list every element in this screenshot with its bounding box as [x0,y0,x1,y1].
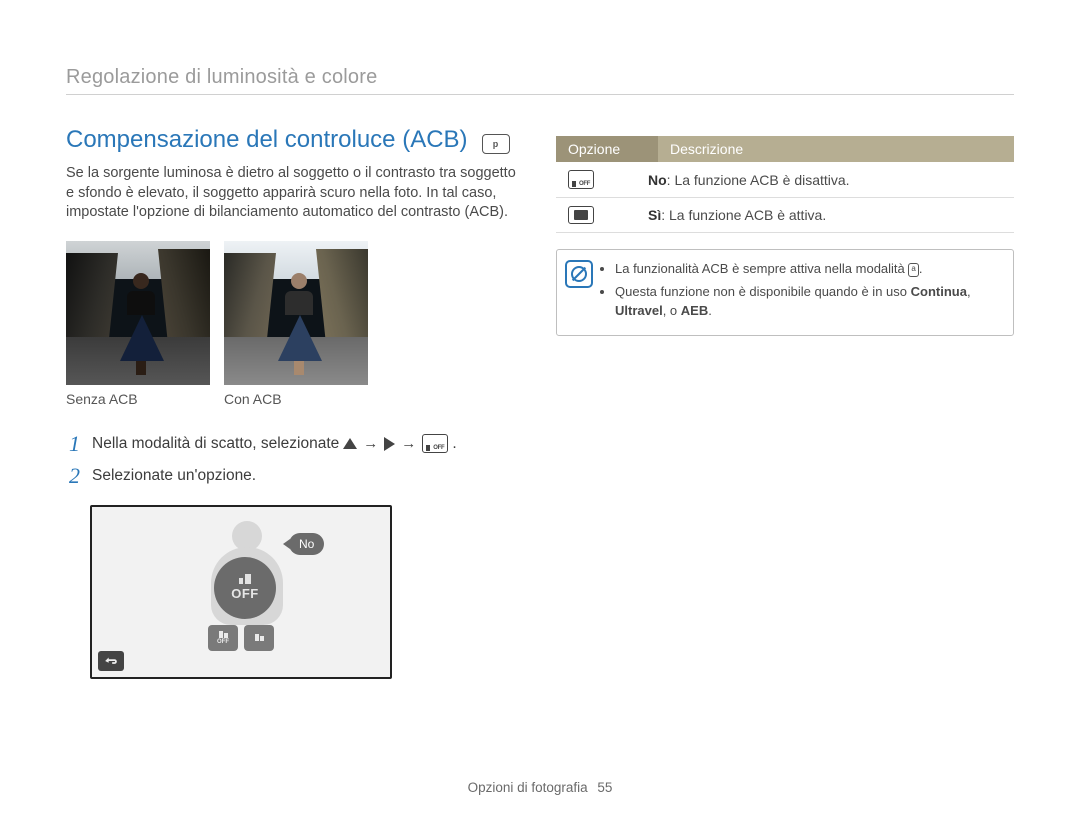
step-2-text: Selezionate un'opzione. [92,467,256,485]
step-2: 2 Selezionate un'opzione. [66,465,526,487]
lcd-thumb-acb-on[interactable] [244,625,274,651]
camera-mode-p-icon: p [482,134,510,154]
back-arrow-icon [104,655,118,667]
section-body-text: Se la sorgente luminosa è dietro al sogg… [66,164,521,223]
arrow-icon: → [401,435,416,452]
nav-right-icon [384,437,395,451]
opt-no-bold: No [648,172,667,188]
page-footer: Opzioni di fotografia 55 [0,780,1080,795]
footer-section: Opzioni di fotografia [468,780,588,795]
table-row: OFF No: La funzione ACB è disattiva. [556,162,1014,198]
camera-lcd-preview: No OFF OFF [90,505,392,679]
nav-up-icon [343,438,357,449]
lcd-thumb-acb-off[interactable]: OFF [208,625,238,651]
comparison-photo-row: Senza ACB Con ACB [66,241,526,407]
caption-without-acb: Senza ACB [66,391,210,407]
note-line-1: La funzionalità ACB è sempre attiva nell… [615,260,1001,279]
opt-yes-rest: : La funzione ACB è attiva. [661,207,826,223]
options-table-header: Opzione Descrizione [556,136,1014,162]
lcd-tooltip: No [289,533,324,555]
step-1: 1 Nella modalità di scatto, selezionate … [66,433,526,455]
footer-page-number: 55 [597,780,612,795]
acb-on-icon [568,206,594,224]
opt-yes-bold: Sì [648,207,661,223]
lcd-selected-label: OFF [231,586,259,601]
step-1-number: 1 [66,433,80,455]
photo-with-acb [224,241,368,385]
note-box: La funzionalità ACB è sempre attiva nell… [556,249,1014,336]
step-2-number: 2 [66,465,80,487]
lcd-back-button[interactable] [98,651,124,671]
th-description: Descrizione [658,136,1014,162]
section-title-text: Compensazione del controluce (ACB) [66,126,468,154]
note-line-2: Questa funzione non è disponibile quando… [615,283,1001,321]
opt-no-rest: : La funzione ACB è disattiva. [667,172,850,188]
lcd-selected-acb-off-icon[interactable]: OFF [214,557,276,619]
section-title: Compensazione del controluce (ACB) p [66,126,526,154]
acb-off-icon: OFF [422,434,448,453]
camera-mode-auto-icon: a [908,263,918,277]
arrow-icon: → [363,435,378,452]
caption-with-acb: Con ACB [224,391,368,407]
table-row: Sì: La funzione ACB è attiva. [556,198,1014,233]
acb-off-icon: OFF [568,170,594,189]
lcd-thumb-off-label: OFF [217,639,229,645]
step-1-text: Nella modalità di scatto, selezionate [92,435,339,453]
breadcrumb: Regolazione di luminosità e colore [66,66,377,89]
photo-without-acb [66,241,210,385]
divider [66,94,1014,95]
note-icon [565,260,593,288]
th-option: Opzione [556,136,658,162]
step-1-suffix: . [452,435,456,453]
options-table: Opzione Descrizione OFF No: La funzione … [556,136,1014,233]
